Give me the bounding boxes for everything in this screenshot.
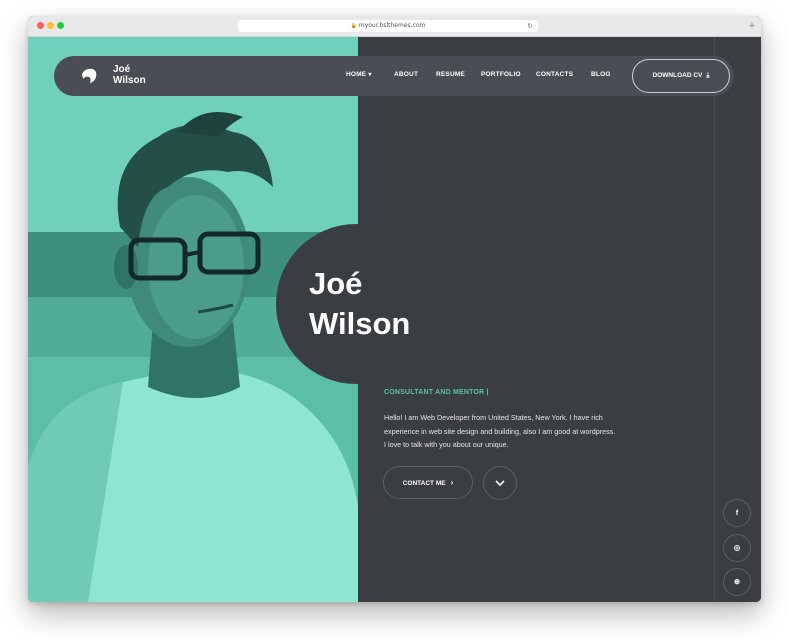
instagram-icon: ◎ xyxy=(733,543,741,552)
reload-icon[interactable]: ↻ xyxy=(527,20,533,32)
instagram-button[interactable]: ◎ xyxy=(723,534,751,562)
close-window-button[interactable] xyxy=(37,22,44,29)
browser-titlebar: 🔒 myour.bslthemes.com ↻ + xyxy=(28,16,761,37)
contact-me-button[interactable]: CONTACT ME › xyxy=(383,466,473,499)
hero-first-name: Joé xyxy=(309,266,363,301)
download-cv-button[interactable]: DOWNLOAD CV ⤓ xyxy=(632,59,730,93)
brand-last-name: Wilson xyxy=(113,75,146,86)
new-tab-icon[interactable]: + xyxy=(746,20,758,32)
nav-item-blog[interactable]: BLOG xyxy=(591,71,611,78)
download-cv-label: DOWNLOAD CV xyxy=(652,72,703,79)
nav-item-contacts[interactable]: CONTACTS xyxy=(536,71,573,78)
nav-item-about[interactable]: ABOUT xyxy=(394,71,418,78)
scroll-down-button[interactable] xyxy=(483,466,517,500)
browser-window: 🔒 myour.bslthemes.com ↻ + Joé Wilson HOM… xyxy=(28,16,761,602)
chevron-right-icon: › xyxy=(450,478,454,487)
url-text: myour.bslthemes.com xyxy=(358,22,426,29)
download-icon: ⤓ xyxy=(706,72,710,79)
logo-icon[interactable] xyxy=(80,67,98,85)
facebook-button[interactable]: f xyxy=(723,499,751,527)
nav-item-portfolio[interactable]: PORTFOLIO xyxy=(481,71,521,78)
nav-item-home[interactable]: HOME ▾ xyxy=(346,71,372,78)
divider-line xyxy=(714,37,715,602)
lock-icon: 🔒 xyxy=(350,23,357,29)
chevron-down-icon: ▾ xyxy=(368,72,372,78)
nav-item-resume[interactable]: RESUME xyxy=(436,71,465,78)
dribbble-icon: ⊕ xyxy=(733,577,741,586)
hero-subtitle: CONSULTANT AND MENTOR | xyxy=(384,389,489,396)
maximize-window-button[interactable] xyxy=(57,22,64,29)
brand-first-name: Joé xyxy=(113,64,131,75)
chevron-down-icon xyxy=(495,480,505,487)
nav-item-home-label: HOME xyxy=(346,71,367,78)
dribbble-button[interactable]: ⊕ xyxy=(723,568,751,596)
minimize-window-button[interactable] xyxy=(47,22,54,29)
hero-bio: Hello! I am Web Developer from United St… xyxy=(384,413,616,449)
facebook-icon: f xyxy=(735,508,739,517)
address-bar[interactable]: 🔒 myour.bslthemes.com ↻ xyxy=(238,20,538,32)
brand-name[interactable]: Joé Wilson xyxy=(113,64,146,86)
main-navbar: Joé Wilson HOME ▾ ABOUT RESUME PORTFOLIO … xyxy=(54,56,734,96)
page-content: Joé Wilson HOME ▾ ABOUT RESUME PORTFOLIO … xyxy=(28,37,761,602)
contact-me-label: CONTACT ME xyxy=(402,480,446,487)
hero-title: Joé Wilson xyxy=(309,264,410,344)
hero-last-name: Wilson xyxy=(309,306,411,341)
